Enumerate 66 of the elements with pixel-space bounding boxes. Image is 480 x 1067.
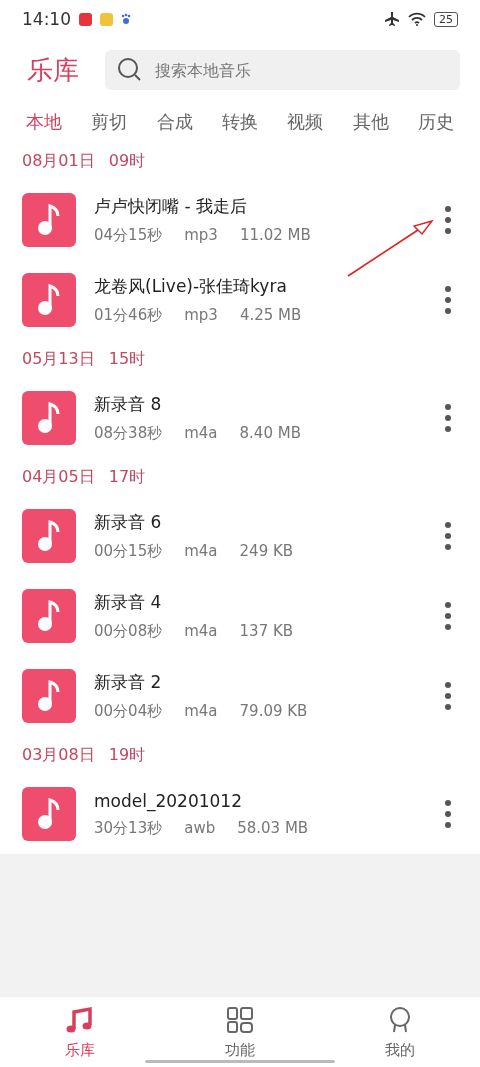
file-size: 137 KB [239, 622, 294, 641]
paw-icon [121, 13, 131, 25]
page-title: 乐库 [27, 53, 79, 87]
file-format: m4a [184, 424, 218, 443]
tab[interactable]: 历史 [417, 110, 454, 134]
wifi-icon [408, 12, 426, 26]
file-name[interactable]: 新录音 8 [94, 393, 418, 416]
file-size: 11.02 MB [239, 226, 311, 245]
app-notification-icon [100, 12, 113, 26]
file-name[interactable]: 卢卢快闭嘴 - 我走后 [94, 195, 418, 218]
tab[interactable]: 剪切 [91, 110, 128, 134]
file-size: 8.40 MB [239, 424, 301, 443]
search-field[interactable]: 搜索本地音乐 [105, 50, 460, 90]
file-name[interactable]: model_20201012 [94, 790, 418, 811]
music-notes-icon [65, 1004, 95, 1035]
search-input[interactable]: 搜索本地音乐 [153, 59, 448, 81]
status-time: 14:10 [22, 9, 71, 29]
file-name[interactable]: 新录音 2 [94, 671, 418, 694]
hour-heading: 19时 [108, 744, 146, 766]
airplane-icon [384, 11, 400, 27]
file-format: m4a [184, 542, 218, 561]
file-duration: 04分15秒 [94, 226, 163, 245]
music-note-icon [22, 669, 76, 723]
file-duration: 08分38秒 [94, 424, 163, 443]
search-icon [117, 57, 143, 83]
app-notification-icon [79, 12, 92, 26]
music-note-icon [22, 787, 76, 841]
tab[interactable]: 其他 [352, 110, 389, 134]
file-duration: 00分08秒 [94, 622, 163, 641]
file-format: m4a [184, 622, 218, 641]
nav-tab[interactable]: 乐库 [0, 997, 160, 1067]
file-format: mp3 [184, 226, 218, 245]
grid-icon [225, 1004, 255, 1035]
file-name[interactable]: 新录音 4 [94, 591, 418, 614]
tab[interactable]: 本地 [26, 110, 62, 134]
file-format: mp3 [184, 306, 218, 325]
file-size: 249 KB [239, 542, 294, 561]
tab[interactable]: 合成 [156, 110, 193, 134]
file-duration: 00分15秒 [94, 542, 163, 561]
music-note-icon [22, 589, 76, 643]
file-size: 58.03 MB [237, 818, 309, 838]
file-name[interactable]: 新录音 6 [94, 511, 418, 534]
battery-icon: 25 [434, 11, 458, 27]
file-size: 79.09 KB [239, 702, 308, 721]
music-note-icon [22, 509, 76, 563]
date-heading: 05月13日 [22, 348, 95, 370]
file-duration: 01分46秒 [94, 306, 163, 325]
file-name[interactable]: 龙卷风(Live)-张佳琦kyra [94, 275, 418, 298]
file-size: 4.25 MB [239, 306, 302, 325]
file-format: awb [184, 818, 216, 838]
date-heading: 03月08日 [22, 744, 95, 766]
nav-tab[interactable]: 功能 [160, 997, 320, 1067]
hour-heading: 09时 [108, 150, 146, 172]
nav-tab[interactable]: 我的 [320, 997, 480, 1067]
file-duration: 30分13秒 [94, 818, 163, 838]
hour-heading: 17时 [108, 466, 146, 488]
file-format: m4a [184, 702, 218, 721]
music-note-icon [22, 193, 76, 247]
tab[interactable]: 视频 [287, 110, 324, 134]
tab[interactable]: 转换 [222, 110, 258, 134]
music-note-icon [22, 391, 76, 445]
music-note-icon [22, 273, 76, 327]
date-heading: 04月05日 [22, 466, 95, 488]
date-heading: 08月01日 [22, 150, 95, 172]
hour-heading: 15时 [108, 348, 146, 370]
file-duration: 00分04秒 [94, 702, 163, 721]
